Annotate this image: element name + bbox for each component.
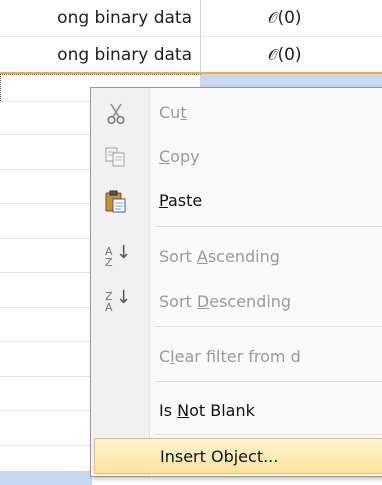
table-cell-binary[interactable]: ong binary data: [0, 0, 201, 36]
menu-item-paste[interactable]: Paste: [91, 180, 382, 223]
table-row[interactable]: ong binary data 𝒪(0): [0, 0, 382, 37]
menu-item-label: Paste: [159, 191, 203, 210]
scissors-icon: [103, 102, 129, 126]
menu-item-label: Clear filter from d: [159, 347, 301, 366]
cell-text: ong binary data: [57, 8, 192, 28]
menu-item-label: Is Not Blank: [159, 401, 255, 420]
cell-text: ong binary data: [57, 45, 192, 65]
attachment-indicator[interactable]: 𝒪(0): [268, 8, 302, 28]
menu-item-label: Cut: [159, 103, 187, 122]
paste-icon: [103, 190, 129, 214]
table-cell-binary[interactable]: ong binary data: [0, 37, 201, 72]
menu-separator: [155, 381, 382, 382]
context-menu: Cut Copy Paste A Z ↓ Sort Ascending Z A …: [90, 87, 382, 477]
copy-icon: [103, 146, 129, 170]
menu-item-cut[interactable]: Cut: [91, 92, 382, 135]
menu-item-label: Insert Object...: [160, 447, 279, 466]
menu-item-label: Copy: [159, 147, 200, 166]
menu-item-is-not-blank[interactable]: Is Not Blank: [91, 390, 382, 433]
menu-item-sort-ascending[interactable]: A Z ↓ Sort Ascending: [91, 236, 382, 279]
menu-item-clear-filter[interactable]: Clear filter from d: [91, 336, 382, 379]
selection-strip: [0, 471, 92, 485]
attachment-indicator[interactable]: 𝒪(0): [268, 45, 302, 65]
menu-separator: [155, 326, 382, 327]
menu-item-insert-object[interactable]: Insert Object...: [94, 438, 382, 474]
menu-item-copy[interactable]: Copy: [91, 136, 382, 179]
table-row[interactable]: ong binary data 𝒪(0): [0, 37, 382, 74]
menu-item-label: Sort Ascending: [159, 247, 280, 266]
menu-item-label: Sort Descending: [159, 292, 292, 311]
menu-separator: [155, 434, 382, 435]
menu-item-sort-descending[interactable]: Z A ↓ Sort Descending: [91, 281, 382, 324]
menu-separator: [155, 226, 382, 227]
